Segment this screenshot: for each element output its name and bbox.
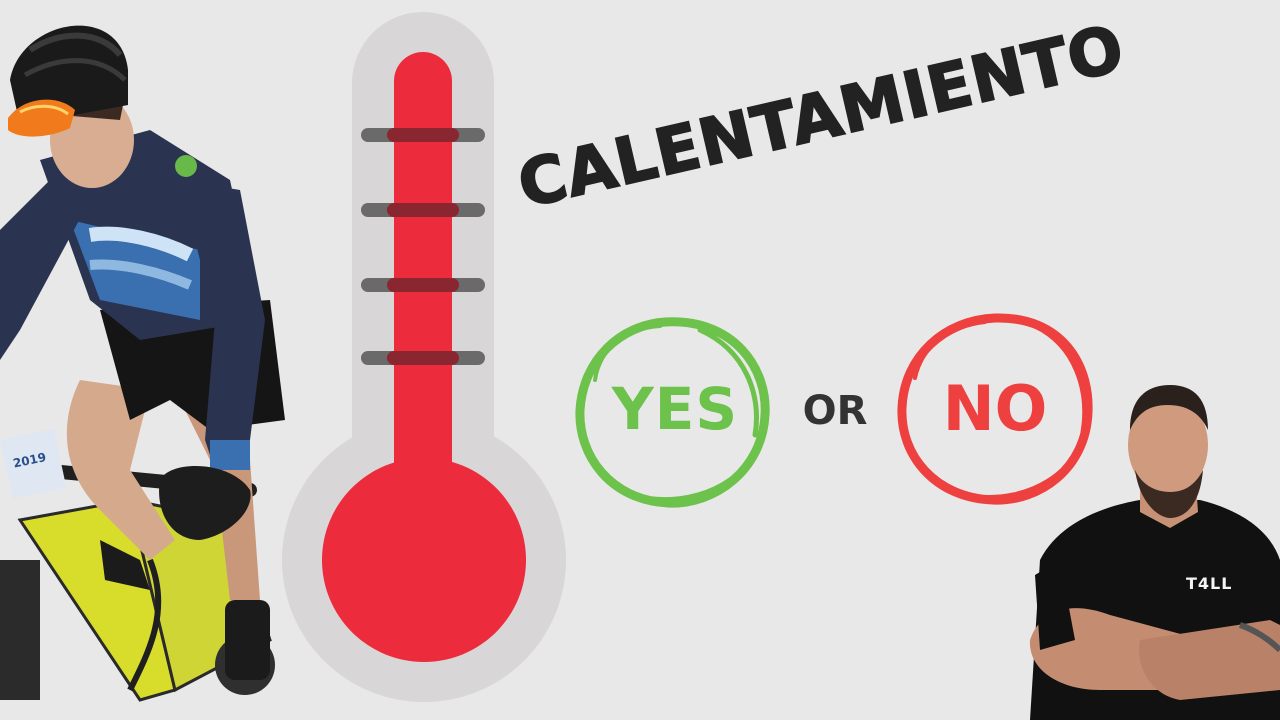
thermometer-icon	[282, 12, 566, 702]
thumbnail-illustration: 2019	[0, 12, 1280, 720]
shirt-logo-text: T4LL	[1186, 574, 1233, 593]
no-option-label: NO	[942, 372, 1048, 445]
or-separator-label: OR	[802, 388, 868, 434]
cyclist-photo: 2019	[0, 25, 285, 702]
yes-option-label: YES	[611, 375, 739, 443]
